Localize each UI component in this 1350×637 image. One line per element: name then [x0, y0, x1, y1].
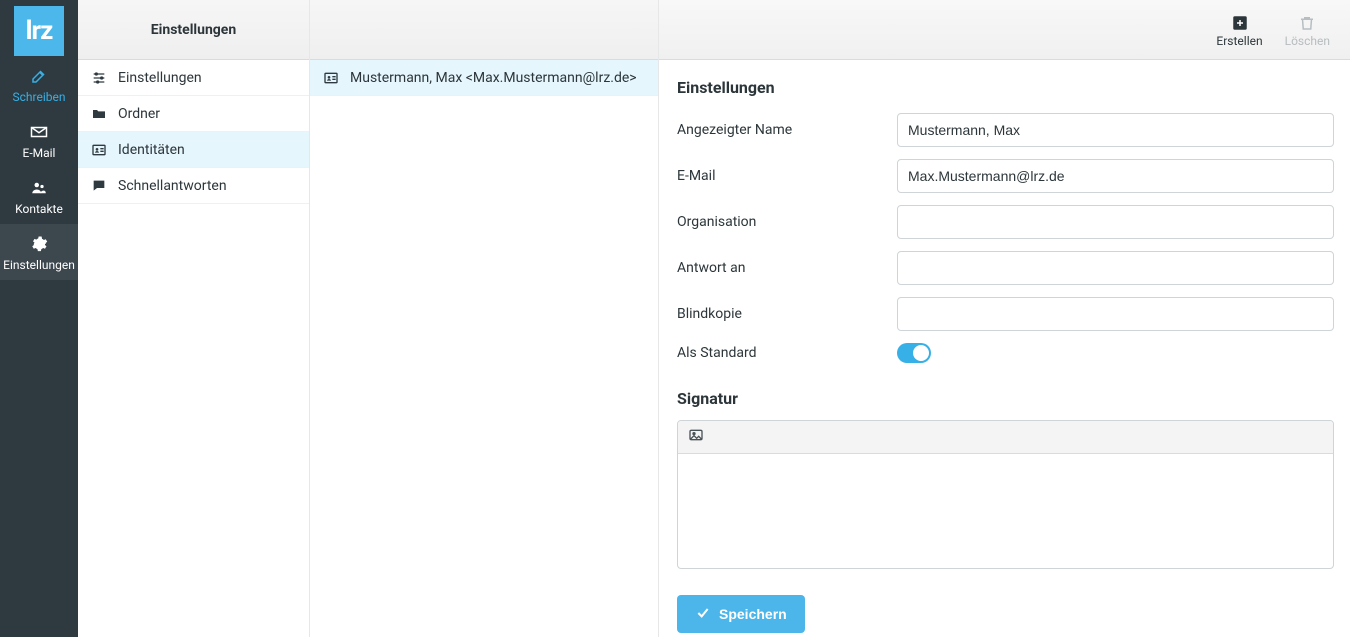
- save-button-label: Speichern: [719, 606, 787, 622]
- replyto-label: Antwort an: [677, 260, 897, 276]
- settings-cat-responses[interactable]: Schnellantworten: [78, 168, 309, 204]
- identities-column-header: [310, 0, 658, 60]
- nav-settings[interactable]: Einstellungen: [0, 224, 78, 280]
- id-card-icon: [322, 70, 340, 86]
- email-label: E-Mail: [677, 168, 897, 184]
- sliders-icon: [90, 70, 108, 86]
- check-icon: [695, 605, 711, 624]
- nav-settings-label: Einstellungen: [3, 258, 75, 272]
- nav-mail[interactable]: E-Mail: [0, 112, 78, 168]
- display-name-label: Angezeigter Name: [677, 122, 897, 138]
- gear-icon: [29, 234, 49, 254]
- display-name-input[interactable]: [897, 113, 1334, 147]
- settings-cat-settings[interactable]: Einstellungen: [78, 60, 309, 96]
- delete-identity-label: Löschen: [1285, 34, 1330, 48]
- contacts-icon: [29, 178, 49, 198]
- settings-cat-settings-label: Einstellungen: [118, 70, 202, 86]
- organization-label: Organisation: [677, 214, 897, 230]
- replyto-input[interactable]: [897, 251, 1334, 285]
- id-card-icon: [90, 142, 108, 158]
- default-label: Als Standard: [677, 345, 897, 361]
- create-identity-button[interactable]: Erstellen: [1216, 12, 1262, 48]
- signature-toolbar: [678, 421, 1333, 454]
- identities-column: Mustermann, Max <Max.Mustermann@lrz.de>: [310, 0, 659, 637]
- identity-toolbar: Erstellen Löschen: [659, 0, 1350, 60]
- folder-icon: [90, 106, 108, 122]
- settings-column-header: Einstellungen: [78, 0, 309, 60]
- nav-contacts-label: Kontakte: [15, 202, 63, 216]
- email-input[interactable]: [897, 159, 1334, 193]
- bcc-label: Blindkopie: [677, 306, 897, 322]
- identity-item[interactable]: Mustermann, Max <Max.Mustermann@lrz.de>: [310, 60, 658, 96]
- form-section-title: Einstellungen: [677, 78, 1334, 97]
- nav-compose[interactable]: Schreiben: [0, 56, 78, 112]
- main-pane: Erstellen Löschen Einstellungen Angezeig…: [659, 0, 1350, 637]
- settings-cat-folders[interactable]: Ordner: [78, 96, 309, 132]
- default-toggle[interactable]: [897, 343, 931, 363]
- bcc-input[interactable]: [897, 297, 1334, 331]
- identity-form: Einstellungen Angezeigter Name E-Mail Or…: [659, 60, 1350, 637]
- save-button[interactable]: Speichern: [677, 595, 805, 633]
- settings-cat-identities[interactable]: Identitäten: [78, 132, 309, 168]
- nav-contacts[interactable]: Kontakte: [0, 168, 78, 224]
- settings-categories-column: Einstellungen Einstellungen Ordner Ident…: [78, 0, 310, 637]
- signature-textarea[interactable]: [678, 454, 1333, 564]
- signature-editor: [677, 420, 1334, 569]
- identity-item-label: Mustermann, Max <Max.Mustermann@lrz.de>: [350, 70, 637, 86]
- identities-list: Mustermann, Max <Max.Mustermann@lrz.de>: [310, 60, 658, 637]
- compose-icon: [29, 66, 49, 86]
- app-logo: lrz: [14, 6, 64, 56]
- mail-icon: [29, 122, 49, 142]
- organization-input[interactable]: [897, 205, 1334, 239]
- signature-heading: Signatur: [677, 389, 1334, 408]
- settings-cat-identities-label: Identitäten: [118, 142, 185, 158]
- nav-compose-label: Schreiben: [13, 90, 66, 104]
- create-identity-label: Erstellen: [1216, 34, 1262, 48]
- trash-icon: [1298, 12, 1316, 34]
- chat-icon: [90, 178, 108, 194]
- settings-cat-responses-label: Schnellantworten: [118, 178, 227, 194]
- nav-rail: lrz Schreiben E-Mail Kontakte Einstellun…: [0, 0, 78, 637]
- plus-square-icon: [1231, 12, 1249, 34]
- delete-identity-button: Löschen: [1285, 12, 1330, 48]
- image-icon[interactable]: [688, 431, 704, 447]
- settings-category-list: Einstellungen Ordner Identitäten Schnell…: [78, 60, 309, 637]
- settings-cat-folders-label: Ordner: [118, 106, 160, 122]
- nav-mail-label: E-Mail: [23, 146, 56, 160]
